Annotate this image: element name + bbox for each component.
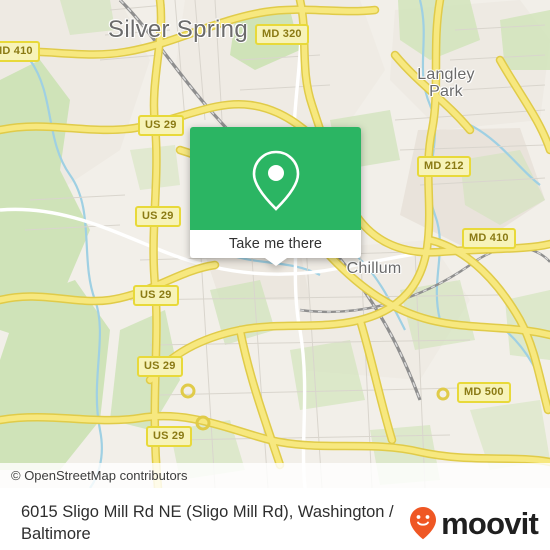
map-screenshot: Silver Spring Langley Park Chillum MD 41… bbox=[0, 0, 550, 550]
location-popup-card[interactable]: Take me there bbox=[190, 127, 361, 266]
shield-md-410-west: MD 410 bbox=[0, 41, 40, 62]
page-footer: 6015 Sligo Mill Rd NE (Sligo Mill Rd), W… bbox=[0, 488, 550, 550]
popup-pointer-tail bbox=[264, 258, 287, 266]
osm-attribution-text: © OpenStreetMap contributors bbox=[11, 468, 188, 483]
shield-md-320: MD 320 bbox=[255, 24, 309, 45]
place-label-langley-park: Langley Park bbox=[417, 66, 475, 100]
moovit-brand-logo[interactable]: moovit bbox=[408, 488, 550, 540]
shield-md-212: MD 212 bbox=[417, 156, 471, 177]
shield-md-410-east: MD 410 bbox=[462, 228, 516, 249]
shield-us-29-2: US 29 bbox=[135, 206, 181, 227]
osm-attribution-bar: © OpenStreetMap contributors bbox=[0, 463, 550, 488]
shield-us-29-3: US 29 bbox=[133, 285, 179, 306]
moovit-pin-smiley-icon bbox=[410, 507, 437, 540]
address-title: 6015 Sligo Mill Rd NE (Sligo Mill Rd), W… bbox=[21, 503, 394, 543]
popup-image-panel bbox=[190, 127, 361, 230]
take-me-there-label: Take me there bbox=[228, 236, 323, 252]
moovit-wordmark: moovit bbox=[441, 505, 539, 541]
map-pin-icon bbox=[252, 150, 299, 211]
shield-us-29-1: US 29 bbox=[138, 115, 184, 136]
shield-us-29-4: US 29 bbox=[137, 356, 183, 377]
shield-us-29-5: US 29 bbox=[146, 426, 192, 447]
take-me-there-button[interactable]: Take me there bbox=[190, 230, 361, 258]
place-label-chillum: Chillum bbox=[346, 260, 402, 277]
map-canvas[interactable]: Silver Spring Langley Park Chillum MD 41… bbox=[0, 0, 550, 488]
place-label-silver-spring: Silver Spring bbox=[108, 16, 248, 43]
shield-md-500: MD 500 bbox=[457, 382, 511, 403]
